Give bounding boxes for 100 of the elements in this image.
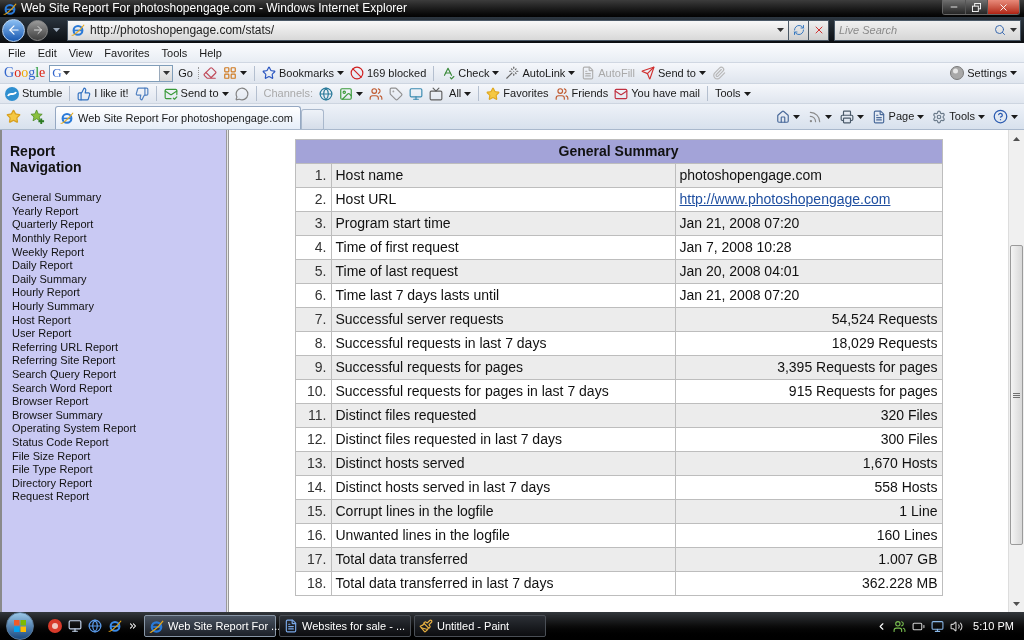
browser-logo-icon[interactable] xyxy=(108,619,122,633)
nav-link[interactable]: Operating System Report xyxy=(10,422,137,436)
nav-link[interactable]: File Type Report xyxy=(10,463,93,477)
minimize-button[interactable] xyxy=(943,0,965,14)
scrollbar[interactable] xyxy=(1008,130,1024,612)
thumbs-down-icon xyxy=(134,86,149,101)
engine-picker[interactable]: G xyxy=(50,66,72,80)
nav-link[interactable]: File Size Report xyxy=(10,449,91,463)
caret-icon xyxy=(1011,114,1018,119)
table-cell: 17. xyxy=(295,547,331,572)
toolbar-button[interactable]: Bookmarks xyxy=(258,64,347,82)
round-app-icon[interactable] xyxy=(48,619,62,633)
feed-icon xyxy=(807,109,822,124)
help-icon xyxy=(993,109,1008,124)
restore-button[interactable] xyxy=(965,0,987,14)
double-chevron-icon[interactable] xyxy=(128,621,138,631)
back-button[interactable] xyxy=(2,18,25,42)
nav-link[interactable]: Browser Report xyxy=(10,395,89,409)
table-cell: 160 Lines xyxy=(675,523,942,548)
close-button[interactable] xyxy=(987,0,1019,14)
url-link[interactable]: http://www.photoshopengage.com xyxy=(679,191,891,207)
nav-link[interactable]: Request Report xyxy=(10,490,90,504)
dropdown-button[interactable] xyxy=(159,65,173,81)
nav-link[interactable]: Weekly Report xyxy=(10,245,84,259)
monitor-icon[interactable] xyxy=(931,619,945,633)
wand-icon xyxy=(505,66,520,80)
nav-link[interactable]: Host Report xyxy=(10,313,71,327)
taskbar-button[interactable]: Websites for sale - ... xyxy=(279,615,411,637)
nav-link[interactable]: Monthly Report xyxy=(10,232,87,246)
table-cell: Successful requests for pages in last 7 days xyxy=(331,379,675,404)
refresh-button[interactable] xyxy=(789,19,809,41)
table-cell: 18,029 Requests xyxy=(675,331,942,356)
toolbar-button[interactable]: Tools xyxy=(711,84,754,103)
nav-link[interactable]: Search Word Report xyxy=(10,381,113,395)
menu-item[interactable]: File xyxy=(2,44,32,61)
toolbar-button[interactable]: Stumble xyxy=(2,84,66,103)
window-title: Web Site Report For photoshopengage.com - Windows Internet Explorer xyxy=(21,1,407,16)
speaker-icon[interactable] xyxy=(950,619,964,633)
forward-button[interactable] xyxy=(27,19,48,41)
toolbar-button[interactable]: You have mail xyxy=(611,84,703,103)
toolbar-button[interactable]: All xyxy=(446,84,475,103)
nav-link[interactable]: Hourly Report xyxy=(10,286,80,300)
toolbar-button[interactable]: 169 blocked xyxy=(346,64,430,82)
nav-link[interactable]: Yearly Report xyxy=(10,204,79,218)
menu-item[interactable]: View xyxy=(62,44,99,61)
toolbar-button[interactable]: Send to xyxy=(160,84,232,103)
menu-item[interactable]: Tools xyxy=(155,44,194,61)
nav-link[interactable]: Status Code Report xyxy=(10,436,109,449)
menu-item[interactable]: Edit xyxy=(31,44,63,61)
nav-link[interactable]: Search Query Report xyxy=(10,368,116,381)
nav-link[interactable]: Referring URL Report xyxy=(10,340,118,354)
address-field[interactable]: http://photoshopengage.com/stats/ xyxy=(67,19,789,41)
browser-tab[interactable]: Web Site Report For photoshopengage.com xyxy=(55,106,301,129)
nav-link[interactable]: General Summary xyxy=(10,191,102,205)
table-cell: 1.007 GB xyxy=(675,547,942,572)
table-cell: Time of first request xyxy=(331,235,675,260)
toolbar-button[interactable]: Check xyxy=(438,64,503,82)
table-title: General Summary xyxy=(295,139,942,164)
menu-item[interactable]: Help xyxy=(193,44,228,61)
people-icon xyxy=(369,86,384,101)
browser-logo-icon xyxy=(60,111,74,125)
nav-link[interactable]: Daily Summary xyxy=(10,272,87,286)
table-cell: Successful requests for pages xyxy=(331,355,675,380)
caret-icon xyxy=(62,71,70,75)
globe-icon xyxy=(319,86,334,101)
nav-link[interactable]: Daily Report xyxy=(10,259,73,273)
add-favorite-button[interactable] xyxy=(29,108,45,125)
toolbar-button[interactable]: AutoLink xyxy=(502,64,579,82)
nav-link[interactable]: Quarterly Report xyxy=(10,218,94,232)
nav-link[interactable]: User Report xyxy=(10,327,72,341)
toolbar-button[interactable]: Settings xyxy=(947,64,1020,82)
table-cell: Jan 20, 2008 04:01 xyxy=(675,259,942,284)
eraser-icon xyxy=(202,66,217,80)
toolbar-button[interactable]: Tools xyxy=(929,107,988,126)
grip-icon xyxy=(1013,392,1020,398)
nav-link[interactable]: Referring Site Report xyxy=(10,354,116,368)
table-cell: 915 Requests for pages xyxy=(675,379,942,404)
nav-link[interactable]: Hourly Summary xyxy=(10,300,94,314)
toolbar-button[interactable]: Friends xyxy=(551,84,612,103)
table-cell: Distinct files requested xyxy=(331,403,675,428)
toolbar-search-field[interactable]: G xyxy=(49,64,174,82)
toolbar-button[interactable]: Page xyxy=(868,107,928,126)
monitor-icon[interactable] xyxy=(68,619,82,633)
scrollbar-thumb[interactable] xyxy=(1010,245,1023,545)
caret-icon xyxy=(777,28,784,32)
arrow-right-icon xyxy=(31,24,44,36)
go-button[interactable]: Go xyxy=(176,64,195,82)
menu-item[interactable]: Favorites xyxy=(98,44,156,61)
toolbar-button[interactable]: Favorites xyxy=(483,84,552,103)
stop-button[interactable] xyxy=(809,19,829,41)
toolbar-button[interactable]: I like it! xyxy=(74,84,132,103)
people-icon[interactable] xyxy=(893,619,907,633)
globe-icon[interactable] xyxy=(88,619,102,633)
toolbar-button[interactable]: Send to xyxy=(637,64,709,82)
nav-link[interactable]: Browser Summary xyxy=(10,408,103,422)
start-button[interactable] xyxy=(6,612,34,640)
nav-link[interactable]: Directory Report xyxy=(10,476,93,490)
caret-icon xyxy=(239,71,247,75)
taskbar-button[interactable]: Untitled - Paint xyxy=(414,615,546,637)
table-cell: Host URL xyxy=(331,187,675,212)
